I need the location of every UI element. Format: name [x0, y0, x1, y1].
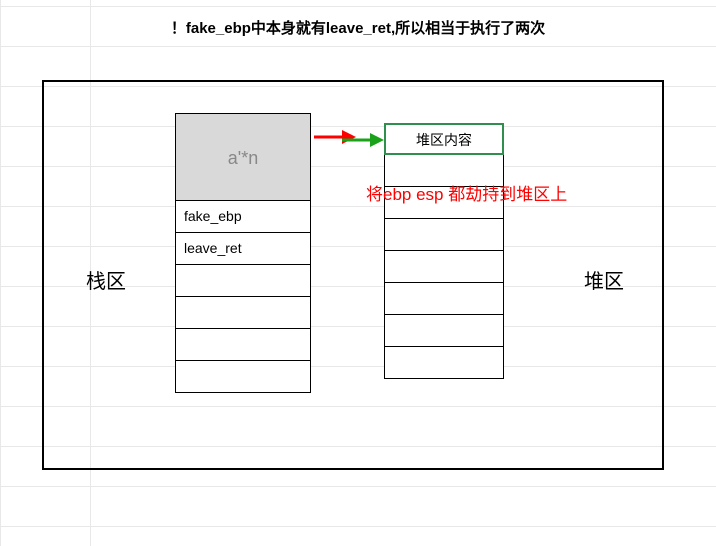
heap-row-selected: 堆区内容 — [384, 123, 504, 155]
heap-row — [384, 251, 504, 283]
stack-table: a'*n fake_ebp leave_ret — [175, 113, 311, 393]
heap-row — [384, 347, 504, 379]
arrow-right-red-icon — [314, 130, 356, 144]
stack-row: fake_ebp — [175, 201, 311, 233]
heap-row — [384, 219, 504, 251]
stack-row — [175, 297, 311, 329]
transition-arrows — [312, 125, 384, 153]
stack-padding-cell: a'*n — [175, 113, 311, 201]
heap-table: 堆区内容 — [384, 123, 504, 379]
heap-row — [384, 283, 504, 315]
hijack-annotation: 将ebp esp 都劫持到堆区上 — [366, 180, 567, 205]
diagram-title: ！fake_ebp中本身就有leave_ret,所以相当于执行了两次 — [0, 17, 716, 38]
stack-row — [175, 329, 311, 361]
stack-row — [175, 361, 311, 393]
stack-row — [175, 265, 311, 297]
stack-row: leave_ret — [175, 233, 311, 265]
heap-row — [384, 315, 504, 347]
